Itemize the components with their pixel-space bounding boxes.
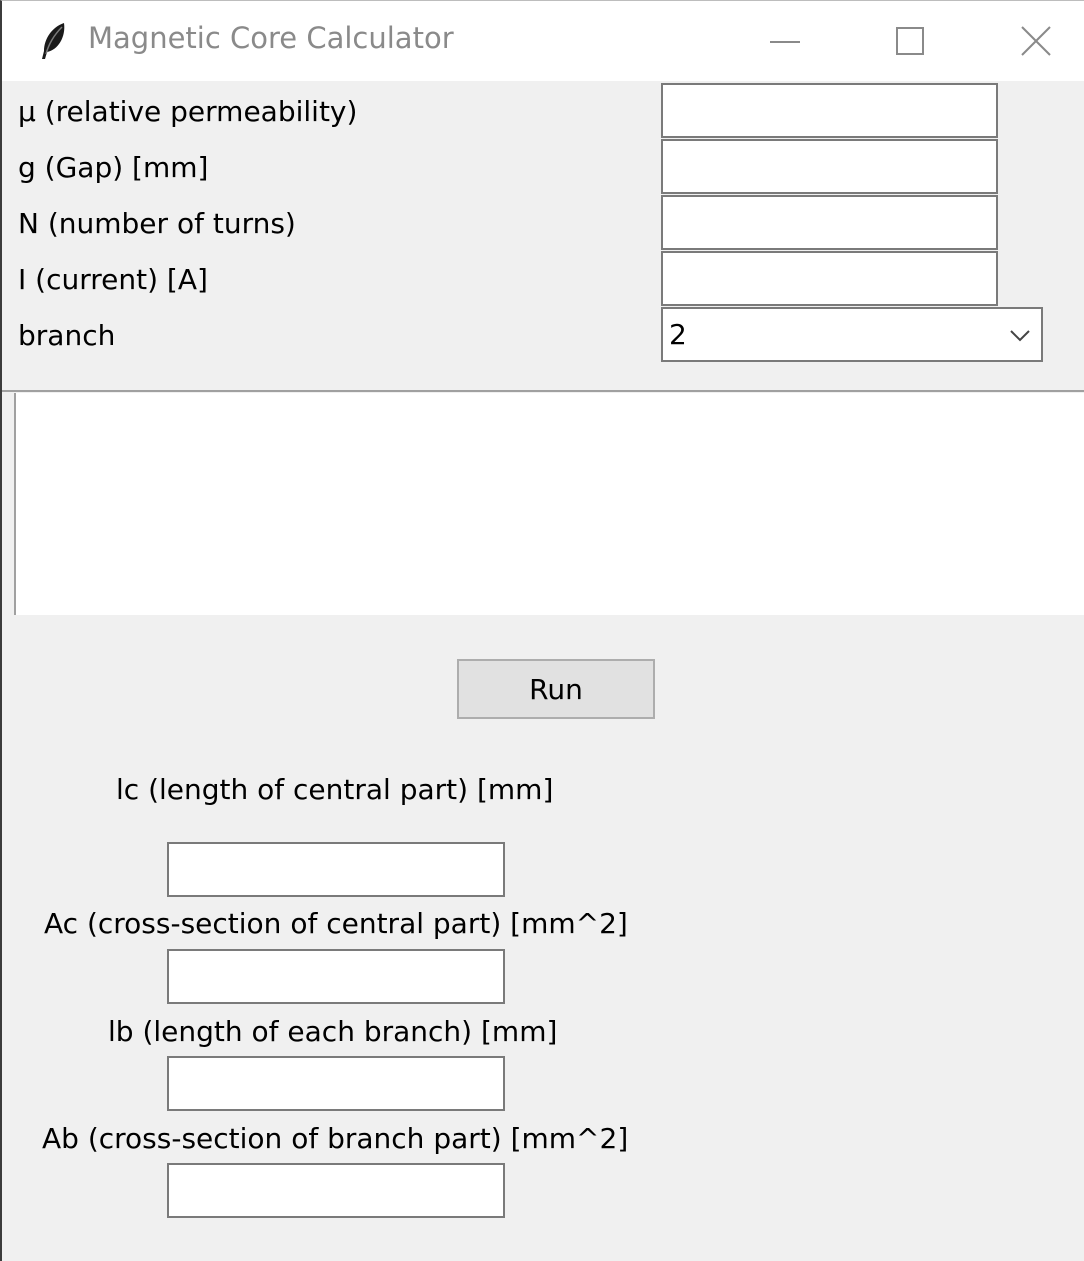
turns-label: N (number of turns) — [18, 207, 296, 240]
gap-label: g (Gap) [mm] — [18, 151, 209, 184]
mu-input[interactable] — [661, 83, 998, 138]
separator — [2, 390, 1084, 392]
ab-input[interactable] — [167, 1163, 505, 1218]
branch-selected-value: 2 — [669, 318, 687, 351]
minimize-icon — [770, 41, 800, 43]
window-title: Magnetic Core Calculator — [88, 21, 454, 55]
run-button[interactable]: Run — [457, 659, 655, 719]
lc-input[interactable] — [167, 842, 505, 897]
turns-input[interactable] — [661, 195, 998, 250]
gap-input[interactable] — [661, 139, 998, 194]
title-bar[interactable]: Magnetic Core Calculator — [2, 1, 1084, 81]
current-input[interactable] — [661, 251, 998, 306]
output-text-area[interactable] — [14, 393, 1084, 615]
maximize-button[interactable] — [854, 1, 964, 81]
branch-label: branch — [18, 319, 116, 352]
current-label: I (current) [A] — [18, 263, 208, 296]
feather-icon — [38, 21, 70, 61]
lb-input[interactable] — [167, 1056, 505, 1111]
close-button[interactable] — [980, 1, 1084, 81]
branch-combobox[interactable]: 2 — [661, 307, 1043, 362]
minimize-button[interactable] — [730, 1, 840, 81]
ac-label: Ac (cross-section of central part) [mm^2… — [44, 907, 628, 940]
ac-input[interactable] — [167, 949, 505, 1004]
mu-label: µ (relative permeability) — [18, 95, 358, 128]
maximize-icon — [896, 27, 924, 55]
ab-label: Ab (cross-section of branch part) [mm^2] — [42, 1122, 629, 1155]
app-window: Magnetic Core Calculator µ (relative per… — [0, 0, 1084, 1261]
lb-label: lb (length of each branch) [mm] — [108, 1015, 558, 1048]
close-icon — [1021, 26, 1051, 56]
chevron-down-icon[interactable] — [1007, 323, 1033, 347]
lc-label: lc (length of central part) [mm] — [116, 773, 554, 806]
